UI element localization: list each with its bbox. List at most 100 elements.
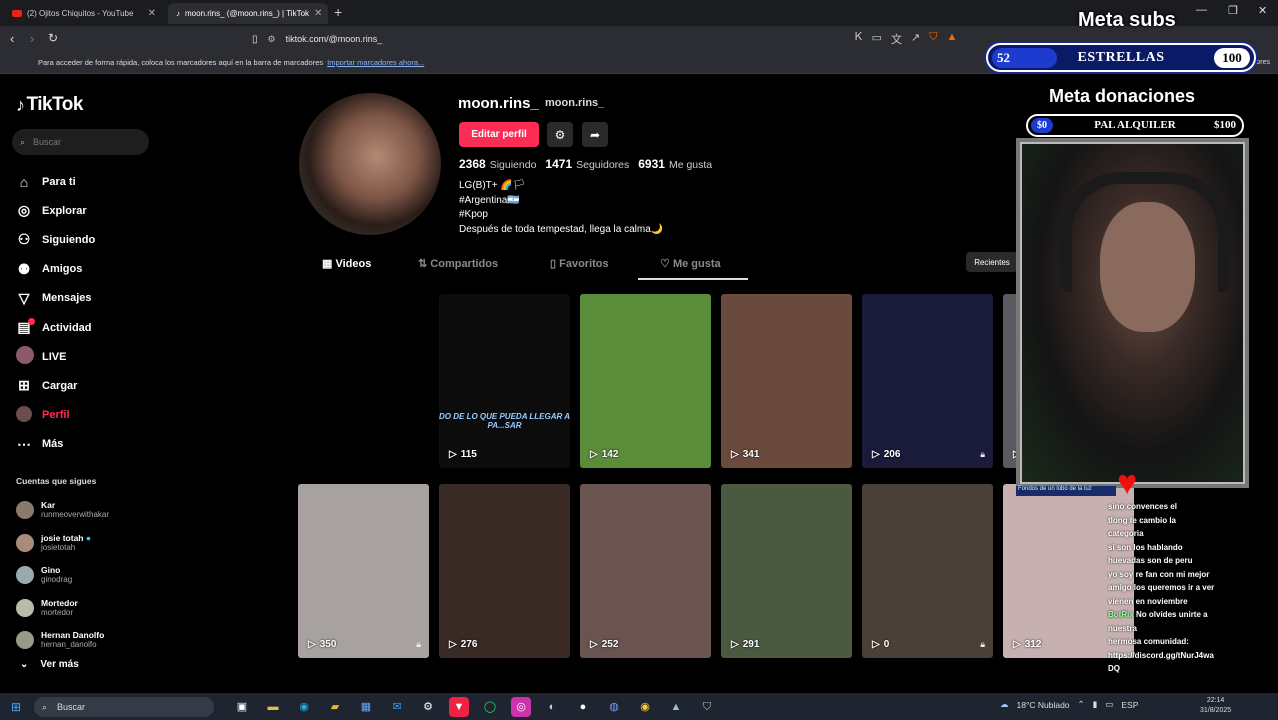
whatsapp-icon[interactable]: ◯ [480, 697, 500, 717]
sidebar-item-live[interactable]: LIVE [16, 342, 95, 371]
settings-button[interactable]: ⚙ [547, 122, 573, 147]
sidebar-item-actividad[interactable]: ▤ Actividad [16, 313, 95, 342]
following-item[interactable]: Mortedor mortedor [16, 592, 109, 625]
following-handle: mortedor [41, 607, 74, 617]
following-item[interactable]: Kar runmeoverwithakar [16, 494, 109, 527]
view-count-value: 206 [883, 449, 901, 460]
shield-app-icon[interactable]: ⛉ [697, 697, 717, 717]
reload-icon[interactable]: ↻ [48, 31, 58, 45]
tab-tiktok[interactable]: ♪ moon.rins_ (@moon.rins_) | TikTok ✕ [168, 3, 328, 24]
file-explorer-icon[interactable]: ▬ [263, 697, 283, 717]
import-bookmarks-link[interactable]: Importar marcadores ahora... [327, 58, 424, 67]
close-icon[interactable]: ✕ [314, 8, 322, 19]
view-count-value: 276 [460, 639, 478, 650]
followers-stat[interactable]: 1471 Seguidores [545, 157, 629, 171]
minimize-icon[interactable]: — [1196, 4, 1207, 16]
system-tray: ☁ 18°C Nublado ⌃ ▮ ▭ ESP [1000, 699, 1138, 710]
back-icon[interactable]: ‹ [10, 31, 14, 46]
sidebar-item-siguiendo[interactable]: ⚇ Siguiendo [16, 225, 95, 254]
obs-icon[interactable]: ● [573, 697, 593, 717]
view-count-value: 312 [1024, 639, 1042, 650]
video-thumbnail[interactable]: ▷ 291 [721, 484, 852, 658]
outlook-icon[interactable]: ✉ [387, 697, 407, 717]
chat-user: BotRix [1108, 610, 1134, 619]
sidebar-item-cargar[interactable]: ⊞ Cargar [16, 371, 95, 400]
close-icon[interactable]: ✕ [148, 8, 156, 19]
lang-indicator[interactable]: ESP [1121, 700, 1138, 710]
edit-profile-button[interactable]: Editar perfil [459, 122, 539, 147]
folder-icon[interactable]: ▰ [325, 697, 345, 717]
shield-icon[interactable]: ⛉ [929, 31, 937, 47]
sidebar-item-para-ti[interactable]: ⌂ Para ti [16, 167, 95, 196]
app-icon[interactable]: ▲ [666, 697, 686, 717]
video-thumbnail[interactable]: DO DE LO QUE PUEDA LLEGAR A PA...SAR ▷ 115 [439, 294, 570, 468]
following-item[interactable]: Hernan Danolfo hernan_danolfo [16, 624, 109, 657]
video-thumbnail[interactable]: ▷ 252 [580, 484, 711, 658]
tab-videos[interactable]: ▦ Videos [322, 257, 371, 270]
video-thumbnail[interactable]: ▷ 0 🔒︎ [862, 484, 993, 658]
play-icon: ▷ [308, 639, 316, 650]
following-item[interactable]: Gino ginodrag [16, 559, 109, 592]
avatar [16, 598, 34, 617]
new-tab-icon[interactable]: + [334, 4, 342, 20]
video-thumbnail[interactable]: ▷ 350 🔒︎ [298, 484, 429, 658]
language-icon[interactable]: 文 [891, 31, 902, 47]
see-more-button[interactable]: ⌄ Ver más [20, 659, 79, 670]
taskbar-search[interactable]: ⌕ Buscar [34, 697, 214, 717]
steam-icon[interactable]: ◐ [542, 697, 562, 717]
video-thumbnail[interactable]: ▷ 276 [439, 484, 570, 658]
translate-icon[interactable]: Ꮶ [855, 31, 863, 47]
tab-me-gusta[interactable]: ♡ Me gusta [660, 257, 721, 270]
play-icon: ▷ [1013, 639, 1021, 650]
tab-youtube[interactable]: (2) Ojitos Chiquitos - YouTube ✕ [4, 3, 164, 24]
weather-text[interactable]: 18°C Nublado [1017, 700, 1070, 710]
play-icon: ▷ [449, 639, 457, 650]
close-window-icon[interactable]: ✕ [1258, 4, 1267, 17]
bookmark-icon[interactable]: ▯ [252, 34, 258, 45]
rewards-icon[interactable]: ▲ [946, 31, 957, 47]
sidebar-item-explorar[interactable]: ◎ Explorar [16, 196, 95, 225]
following-item[interactable]: josie totah ● josietotah [16, 527, 109, 560]
forward-icon[interactable]: › [30, 31, 34, 46]
play-icon: ▷ [731, 639, 739, 650]
chat-line: hermosa comunidad: [1108, 637, 1189, 646]
settings-icon[interactable]: ⚙ [418, 697, 438, 717]
instagram-icon[interactable]: ◎ [511, 697, 531, 717]
video-thumbnail[interactable]: ▷ 142 [580, 294, 711, 468]
sidebar-item-mas[interactable]: ⋯ Más [16, 430, 95, 459]
mic-icon[interactable]: ▮ [1093, 699, 1098, 710]
send-icon: ▽ [18, 289, 30, 306]
store-icon[interactable]: ▦ [356, 697, 376, 717]
cast-icon[interactable]: ▭ [872, 31, 882, 47]
tiktok-logo[interactable]: ♪ TikTok [16, 94, 83, 116]
edge-icon[interactable]: ◉ [294, 697, 314, 717]
sort-recientes-button[interactable]: Recientes [966, 252, 1018, 272]
sidebar-item-mensajes[interactable]: ▽ Mensajes [16, 284, 95, 313]
profile-avatar[interactable] [299, 93, 441, 235]
windows-start-icon[interactable]: ⊞ [11, 700, 21, 714]
video-thumbnail[interactable]: ▷ 206 🔒︎ [862, 294, 993, 468]
brave-icon[interactable]: ▼ [449, 697, 469, 717]
avatar [16, 631, 34, 650]
discord-icon[interactable]: ◍ [604, 697, 624, 717]
sidebar-item-perfil[interactable]: Perfil [16, 401, 95, 430]
video-thumbnail[interactable]: ▷ 341 [721, 294, 852, 468]
site-info-icon[interactable]: ⚙ [268, 34, 276, 45]
share-profile-button[interactable]: ➦ [582, 122, 608, 147]
clock[interactable]: 22:14 31/8/2025 [1200, 696, 1231, 716]
chevron-up-icon[interactable]: ⌃ [1078, 699, 1085, 710]
network-icon[interactable]: ▭ [1105, 699, 1113, 710]
play-icon: ▷ [449, 449, 457, 460]
share-icon[interactable]: ↗ [911, 31, 920, 47]
heart-icon: ♥ [1117, 464, 1138, 502]
sidebar-item-amigos[interactable]: ⚉ Amigos [16, 255, 95, 284]
task-view-icon[interactable]: ▣ [232, 697, 252, 717]
following-stat[interactable]: 2368 Siguiendo [459, 157, 536, 171]
search-input[interactable]: ⌕ Buscar [12, 129, 149, 155]
tab-compartidos[interactable]: ⇅ Compartidos [418, 257, 498, 270]
chrome-icon[interactable]: ◉ [635, 697, 655, 717]
clock-date: 31/8/2025 [1200, 707, 1232, 714]
maximize-icon[interactable]: ❐ [1228, 4, 1238, 17]
tab-favoritos[interactable]: ▯ Favoritos [550, 257, 609, 270]
following-name: Kar [41, 500, 56, 511]
